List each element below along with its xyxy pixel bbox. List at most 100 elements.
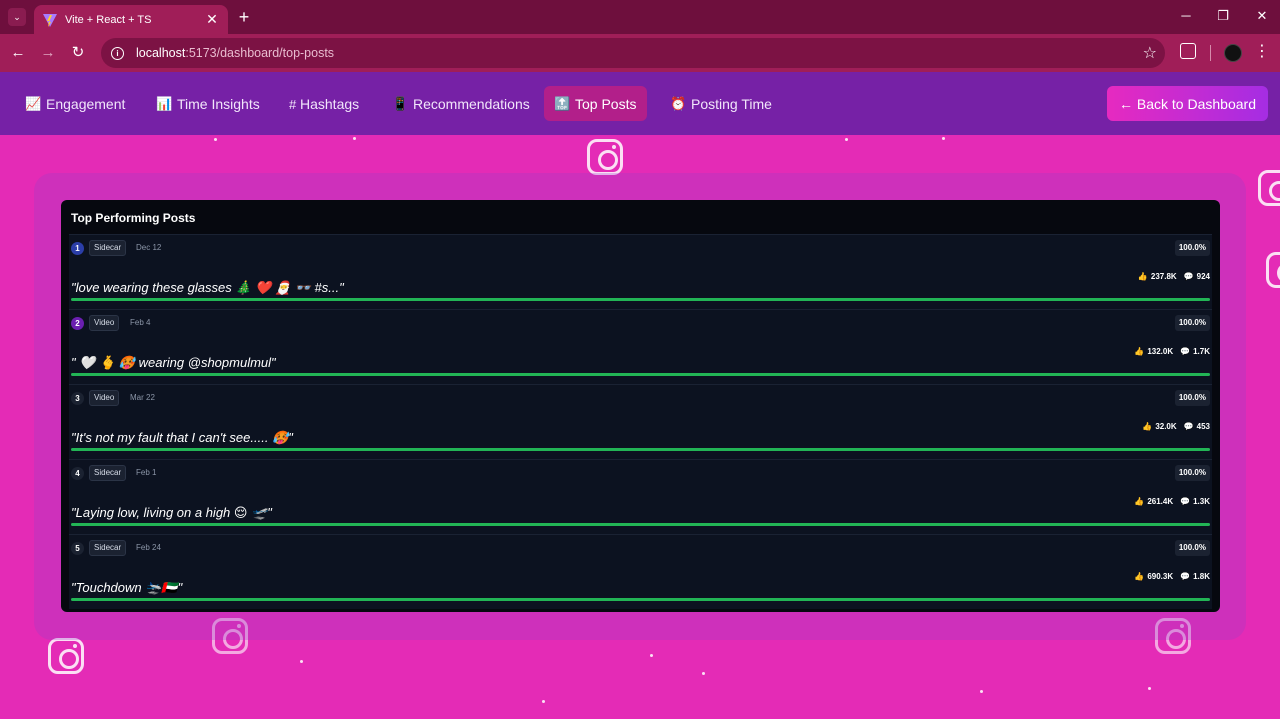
nav-posting-time[interactable]: ⏰ Posting Time (660, 86, 782, 122)
forward-arrow-icon[interactable]: → (38, 43, 58, 63)
post-caption: " 🤍 🫰 🥵 wearing @shopmulmul" (71, 355, 276, 370)
instagram-logo-icon (1266, 252, 1280, 288)
alarm-clock-icon: ⏰ (670, 96, 687, 111)
address-bar[interactable]: i localhost:5173/dashboard/top-posts ☆ (101, 38, 1165, 68)
progress-fill (71, 373, 1210, 376)
media-type-badge: Sidecar (89, 465, 127, 481)
bar-chart-icon: 📊 (156, 96, 173, 111)
likes-count: 132.0K (1147, 347, 1174, 356)
like-icon: 👍 (1142, 422, 1153, 431)
like-icon: 👍 (1134, 497, 1145, 506)
tab-search-icon[interactable]: ⌄ (8, 8, 26, 26)
media-type-badge: Video (89, 390, 120, 406)
comments-count: 1.8K (1193, 572, 1210, 581)
engagement-progress-bar (71, 523, 1210, 526)
post-row[interactable]: 3 Video Mar 22 100.0% "It's not my fault… (69, 384, 1212, 459)
sparkle (980, 690, 983, 693)
nav-time-insights[interactable]: 📊 Time Insights (146, 86, 270, 122)
post-row[interactable]: 2 Video Feb 4 100.0% " 🤍 🫰 🥵 wearing @sh… (69, 309, 1212, 384)
likes-count: 261.4K (1147, 497, 1174, 506)
app-nav-bar: 📈 Engagement 📊 Time Insights # Hashtags … (0, 72, 1280, 135)
media-type-badge: Video (89, 315, 120, 331)
top-posts-panel: Top Performing Posts 1 Sidecar Dec 12 10… (61, 200, 1220, 612)
engagement-progress-bar (71, 373, 1210, 376)
post-metrics: 👍 237.8K 💬 924 (1131, 272, 1210, 281)
top-arrow-icon: 🔝 (554, 95, 571, 111)
engagement-progress-bar (71, 298, 1210, 301)
instagram-logo-icon (48, 638, 84, 674)
post-caption: "Laying low, living on a high 😌 🛫" (71, 505, 272, 520)
tab-title: Vite + React + TS (65, 13, 152, 26)
post-row[interactable]: 4 Sidecar Feb 1 100.0% "Laying low, livi… (69, 459, 1212, 534)
nav-hashtags[interactable]: # Hashtags (279, 86, 369, 122)
nav-engagement[interactable]: 📈 Engagement (15, 86, 135, 122)
post-row[interactable]: 1 Sidecar Dec 12 100.0% "love wearing th… (69, 234, 1212, 309)
comment-icon: 💬 (1183, 422, 1194, 431)
chart-increasing-icon: 📈 (25, 96, 42, 111)
like-icon: 👍 (1134, 347, 1145, 356)
post-metrics: 👍 132.0K 💬 1.7K (1127, 347, 1210, 356)
post-caption: "love wearing these glasses 🎄 ❤️ 🎅 👓 #s.… (71, 280, 344, 295)
rank-badge: 1 (71, 242, 84, 255)
sparkle (300, 660, 303, 663)
back-to-dashboard-button[interactable]: ← Back to Dashboard (1107, 86, 1268, 121)
progress-fill (71, 523, 1210, 526)
post-row[interactable]: 5 Sidecar Feb 24 100.0% "Touchdown 🛬🇦🇪" … (69, 534, 1212, 609)
post-date: Dec 12 (136, 243, 162, 252)
new-tab-icon[interactable]: + (236, 7, 252, 27)
phone-icon: 📱 (392, 96, 409, 111)
percent-badge: 100.0% (1174, 315, 1210, 331)
sparkle (542, 700, 545, 703)
sparkle (845, 138, 848, 141)
rank-badge: 2 (71, 317, 84, 330)
rank-badge: 5 (71, 542, 84, 555)
bookmark-star-icon[interactable]: ☆ (1143, 43, 1157, 63)
instagram-logo-icon (1258, 170, 1280, 206)
url-text: localhost:5173/dashboard/top-posts (136, 46, 335, 60)
maximize-icon[interactable]: ❐ (1208, 6, 1238, 26)
media-type-badge: Sidecar (89, 540, 127, 556)
profile-avatar[interactable] (1224, 44, 1242, 62)
likes-count: 32.0K (1155, 422, 1177, 431)
close-window-icon[interactable]: ✕ (1247, 6, 1277, 26)
site-info-icon[interactable]: i (111, 46, 124, 60)
reload-icon[interactable]: ↻ (68, 43, 88, 63)
post-metrics: 👍 32.0K 💬 453 (1135, 422, 1210, 431)
extensions-icon[interactable] (1180, 43, 1196, 59)
comments-count: 453 (1196, 422, 1210, 431)
comments-count: 924 (1196, 272, 1210, 281)
post-date: Feb 24 (136, 543, 161, 552)
nav-top-posts[interactable]: 🔝 Top Posts (544, 86, 647, 121)
comment-icon: 💬 (1180, 572, 1191, 581)
progress-fill (71, 448, 1210, 451)
tab-strip: ⌄ Vite + React + TS ✕ + ─ ❐ ✕ (0, 0, 1280, 34)
sparkle (702, 672, 705, 675)
engagement-progress-bar (71, 448, 1210, 451)
like-icon: 👍 (1134, 572, 1145, 581)
sparkle (214, 138, 217, 141)
percent-badge: 100.0% (1174, 540, 1210, 556)
comment-icon: 💬 (1180, 497, 1191, 506)
sparkle (1148, 687, 1151, 690)
sparkle (353, 137, 356, 140)
back-arrow-icon[interactable]: ← (8, 43, 28, 63)
vite-favicon-icon (43, 13, 57, 27)
post-date: Feb 4 (130, 318, 151, 327)
minimize-icon[interactable]: ─ (1171, 6, 1201, 26)
like-icon: 👍 (1137, 272, 1148, 281)
rank-badge: 4 (71, 467, 84, 480)
progress-fill (71, 298, 1210, 301)
percent-badge: 100.0% (1174, 390, 1210, 406)
close-tab-icon[interactable]: ✕ (204, 11, 220, 28)
browser-tab[interactable]: Vite + React + TS ✕ (34, 5, 228, 34)
post-date: Feb 1 (136, 468, 157, 477)
post-caption: "It's not my fault that I can't see.....… (71, 430, 293, 445)
sparkle (650, 654, 653, 657)
sparkle (942, 137, 945, 140)
nav-recommendations[interactable]: 📱 Recommendations (382, 86, 540, 122)
engagement-progress-bar (71, 598, 1210, 601)
menu-kebab-icon[interactable]: ⋮ (1254, 42, 1270, 62)
panel-title: Top Performing Posts (71, 211, 196, 225)
comments-count: 1.7K (1193, 347, 1210, 356)
percent-badge: 100.0% (1174, 240, 1210, 256)
